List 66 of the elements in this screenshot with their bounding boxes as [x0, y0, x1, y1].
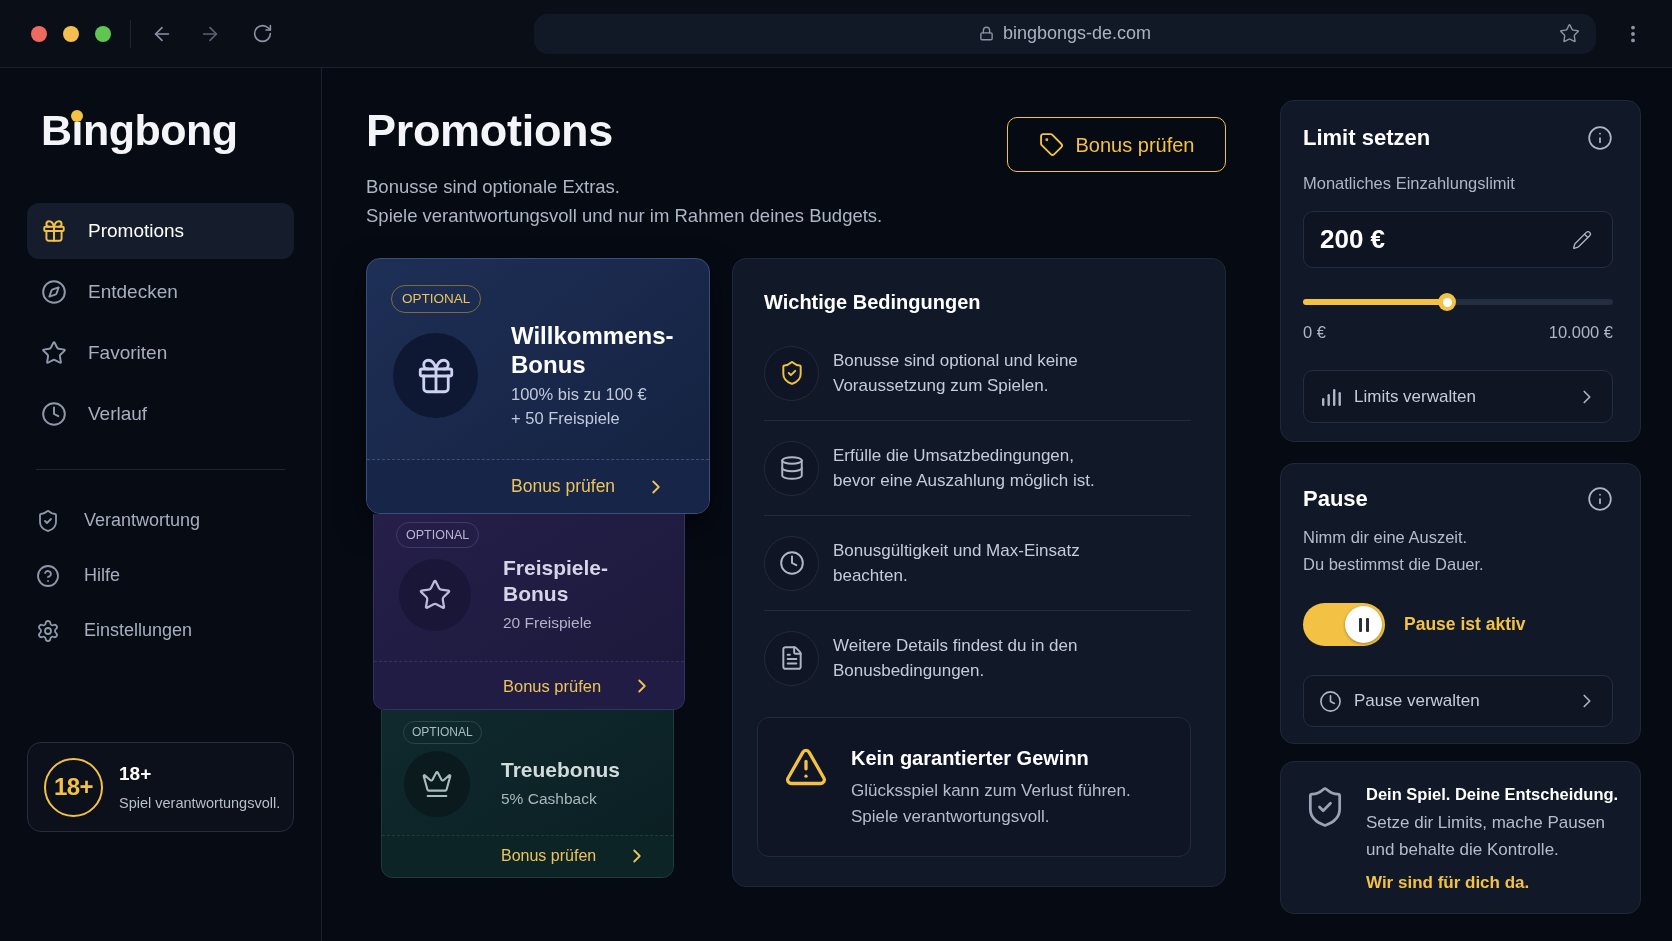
sidebar-nav-item[interactable]: Hilfe: [27, 551, 294, 600]
sidebar-nav-item[interactable]: Verlauf: [27, 386, 294, 442]
compass-icon: [41, 279, 67, 305]
warning-text: Glücksspiel kann zum Verlust führen. Spiele verantwortungsvoll.: [851, 780, 1131, 828]
slider-min-label: 0 €: [1303, 322, 1326, 343]
url-text: bingbongs-de.com: [1002, 22, 1152, 45]
page-subtitle: Bonusse sind optionale Extras. Spiele verantwortungsvoll und nur im Rahmen deines Budgets.: [366, 175, 883, 228]
tag-icon: [1038, 132, 1064, 157]
bar-chart-icon: [1322, 387, 1341, 406]
bookmark-star-icon[interactable]: [1559, 23, 1580, 44]
manage-limits-button[interactable]: Limits verwalten: [1303, 370, 1613, 423]
slider-max-label: 10.000 €: [1548, 322, 1613, 343]
help-icon: [36, 563, 60, 588]
condition-text: Bonusse sind optional und keine Voraussetzung zum Spielen.: [833, 350, 1078, 397]
window-maximize-icon[interactable]: [95, 25, 111, 42]
star-icon: [41, 340, 67, 366]
sidebar-nav-item[interactable]: Einstellungen: [27, 606, 294, 655]
age-notice-title: 18+: [119, 761, 153, 786]
condition-text: Erfülle die Umsatzbedingungen, bevor eine Auszahlung möglich ist.: [833, 445, 1095, 492]
responsibility-text: Setze dir Limits, mache Pausen und behalte die Kontrolle.: [1366, 812, 1607, 861]
limit-label: Monatliches Einzahlungslimit: [1303, 173, 1516, 194]
pencil-icon[interactable]: [1572, 229, 1592, 250]
pause-icon: [1358, 617, 1369, 632]
conditions-title: Wichtige Bedingungen: [764, 290, 982, 315]
gift-icon: [41, 218, 67, 244]
info-icon[interactable]: [1587, 486, 1613, 512]
bonus-check-button[interactable]: Bonus prüfen: [374, 661, 684, 710]
info-icon[interactable]: [1587, 125, 1613, 151]
age-badge: 18+: [44, 757, 103, 817]
bonus-detail: 5% Cashback: [501, 789, 598, 810]
responsibility-title: Dein Spiel. Deine Entscheidung.: [1366, 784, 1619, 805]
pause-toggle[interactable]: [1303, 603, 1385, 646]
address-bar[interactable]: bingbongs-de.com: [534, 13, 1596, 54]
warning-title: Kein garantierter Gewinn: [851, 746, 1090, 771]
limit-amount-field[interactable]: 200 €: [1303, 211, 1613, 268]
logo: Bingbong: [41, 105, 238, 156]
window-minimize-icon[interactable]: [63, 25, 79, 42]
bonus-check-header-button[interactable]: Bonus prüfen: [1007, 117, 1226, 172]
bonus-detail: 100% bis zu 100 € + 50 Freispiele: [511, 384, 648, 429]
clock-icon: [41, 401, 67, 427]
shield-check-icon: [36, 508, 60, 533]
sidebar-nav-item[interactable]: Favoriten: [27, 325, 294, 381]
pause-description: Nimm dir eine Auszeit. Du bestimmst die Dauer.: [1303, 527, 1485, 575]
sidebar-nav-item[interactable]: Entdecken: [27, 264, 294, 320]
window-close-icon[interactable]: [31, 25, 47, 42]
support-link[interactable]: Wir sind für dich da.: [1366, 871, 1619, 895]
reload-icon[interactable]: [252, 23, 273, 44]
lock-icon: [978, 26, 994, 41]
pause-title: Pause: [1303, 485, 1368, 513]
bonus-check-button[interactable]: Bonus prüfen: [382, 834, 673, 877]
bonus-check-button[interactable]: Bonus prüfen: [367, 459, 709, 513]
bonus-title: Willkommens- Bonus: [511, 321, 674, 379]
page-title: Promotions: [366, 105, 614, 157]
condition-text: Bonusgültigkeit und Max-Einsatz beachten.: [833, 540, 1080, 587]
age-notice-text: Spiel verantwortungsvoll.: [119, 793, 281, 813]
sidebar-nav-item[interactable]: Verantwortung: [27, 496, 294, 545]
settings-icon: [36, 618, 60, 643]
sidebar-nav-item[interactable]: Promotions: [27, 203, 294, 259]
condition-text: Weitere Details findest du in den Bonusbedingungen.: [833, 635, 1078, 682]
bonus-detail: 20 Freispiele: [503, 613, 593, 634]
bonus-title: Freispiele- Bonus: [503, 555, 609, 608]
bonus-title: Treuebonus: [501, 757, 621, 784]
clock-icon: [1319, 689, 1342, 713]
pause-status: Pause ist aktiv: [1404, 613, 1526, 637]
manage-pause-button[interactable]: Pause verwalten: [1303, 675, 1613, 727]
limit-title: Limit setzen: [1303, 124, 1431, 152]
